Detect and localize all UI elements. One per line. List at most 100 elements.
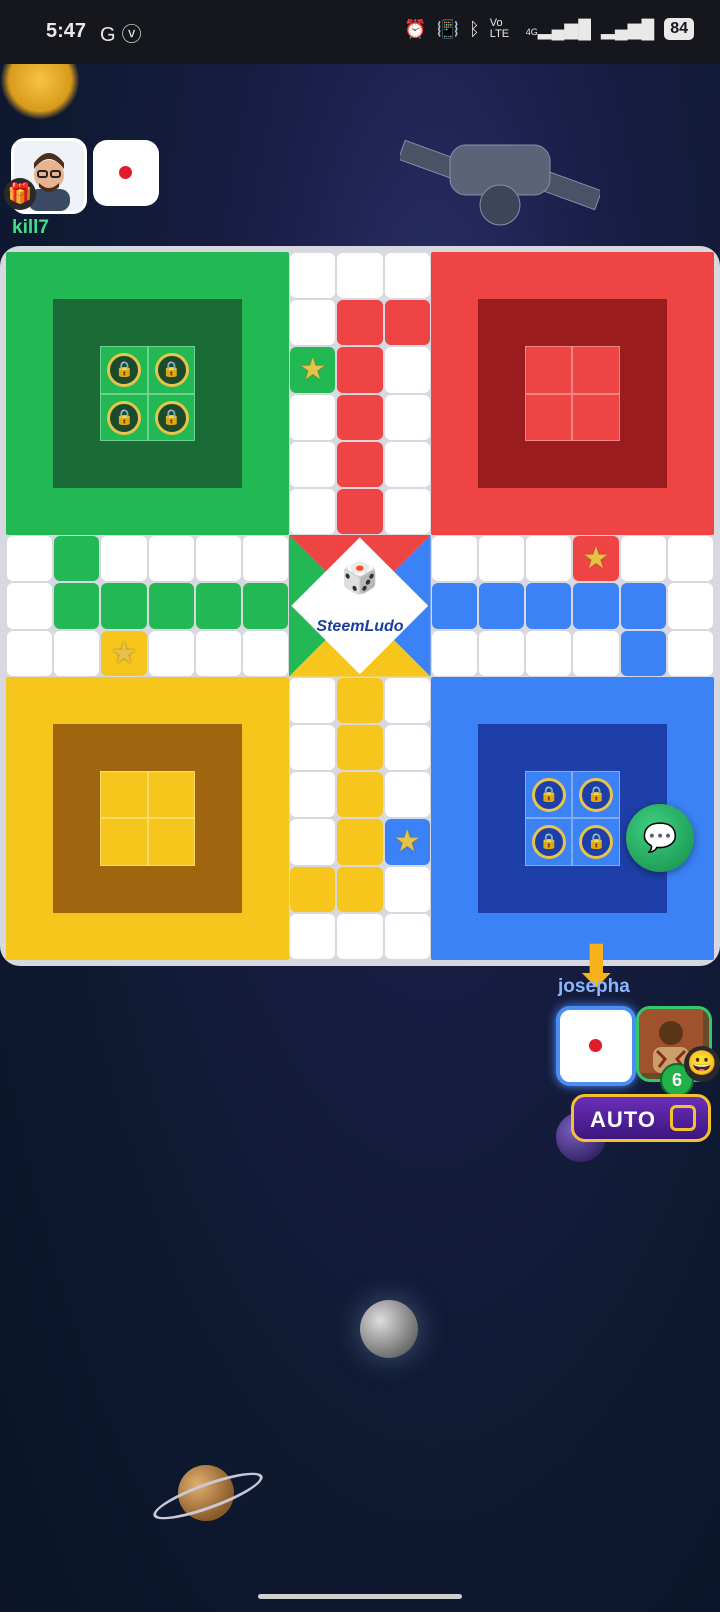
track-cell — [243, 536, 289, 582]
yellow-home-slot — [100, 818, 148, 866]
track-cell — [148, 536, 194, 582]
red-home-slot — [525, 346, 573, 394]
track-cell — [195, 630, 241, 676]
bottom-player-name: josepha — [558, 976, 630, 997]
gift-icon[interactable]: 🎁 — [4, 178, 36, 210]
track-cell — [384, 772, 430, 818]
track-cell — [290, 913, 336, 959]
top-player-dice[interactable] — [93, 140, 159, 206]
track-cell — [384, 489, 430, 535]
track-cell — [337, 772, 383, 818]
track-cell — [337, 489, 383, 535]
auto-toggle-checkbox[interactable] — [670, 1105, 696, 1131]
space-station-decoration — [400, 139, 600, 226]
track-cell — [195, 583, 241, 629]
track-cell — [620, 536, 666, 582]
green-home-slot: 🔒 — [100, 393, 148, 441]
lock-icon[interactable]: 🔒 — [154, 353, 189, 388]
star-icon: ★ — [110, 636, 138, 670]
track-cell — [384, 347, 430, 393]
bottom-player-dice[interactable] — [556, 1006, 636, 1086]
track-cell — [148, 630, 194, 676]
blue-home-slot: 🔒 — [572, 818, 620, 866]
moon-decoration — [360, 1300, 418, 1358]
signal-icon: ▂▄▆█ — [601, 18, 655, 39]
track-cell — [195, 536, 241, 582]
track-cell — [54, 630, 100, 676]
track-cell — [337, 441, 383, 487]
google-icon: G — [100, 24, 122, 46]
blue-home-slot: 🔒 — [572, 771, 620, 819]
track-cell — [431, 583, 477, 629]
track-cell — [337, 394, 383, 440]
yellow-home-slot — [147, 818, 195, 866]
track-cell — [384, 677, 430, 723]
track-cell — [101, 583, 147, 629]
track-cell — [7, 630, 53, 676]
red-home-slot — [572, 393, 620, 441]
bluetooth-icon: ᛒ — [468, 18, 480, 39]
star-icon: ★ — [582, 542, 610, 576]
lock-icon[interactable]: 🔒 — [532, 825, 567, 860]
track-cell — [337, 913, 383, 959]
track-cell — [337, 819, 383, 865]
dice-dot — [589, 1039, 602, 1052]
lock-icon[interactable]: 🔒 — [579, 778, 614, 813]
track-cell — [667, 583, 713, 629]
planet-ring-decoration — [149, 1463, 267, 1529]
status-time: 5:47 — [46, 20, 87, 42]
lock-icon[interactable]: 🔒 — [107, 400, 142, 435]
track-cell — [290, 253, 336, 299]
track-cell — [337, 677, 383, 723]
green-home-slot: 🔒 — [147, 393, 195, 441]
track-cell — [384, 253, 430, 299]
lock-icon[interactable]: 🔒 — [154, 400, 189, 435]
yellow-home-slot — [147, 771, 195, 819]
track-cell — [290, 677, 336, 723]
center-home-triangles — [289, 535, 431, 677]
track-cell — [337, 347, 383, 393]
smile-icon[interactable]: 😀 — [684, 1046, 720, 1082]
track-cell — [337, 866, 383, 912]
track-cell — [526, 536, 572, 582]
track-cell — [479, 536, 525, 582]
chat-button[interactable]: 💬 — [626, 804, 694, 872]
track-cell — [573, 583, 619, 629]
lock-icon[interactable]: 🔒 — [532, 778, 567, 813]
track-cell — [526, 630, 572, 676]
top-player-name: kill7 — [12, 217, 49, 238]
track-cell — [526, 583, 572, 629]
steemludo-logo: SteemLudo — [316, 617, 404, 635]
v-icon: ⓥ — [121, 24, 148, 46]
track-cell — [290, 866, 336, 912]
track-cell — [384, 394, 430, 440]
red-home-slot — [525, 393, 573, 441]
red-home-slot — [572, 346, 620, 394]
track-cell — [290, 772, 336, 818]
track-cell — [620, 630, 666, 676]
track-cell — [384, 866, 430, 912]
track-cell — [290, 725, 336, 771]
chat-icon: 💬 — [642, 822, 678, 853]
planet-decoration — [178, 1465, 234, 1521]
home-indicator[interactable] — [258, 1594, 462, 1599]
status-left-icons: Gⓥ — [100, 18, 148, 47]
battery-indicator: 84 — [664, 18, 694, 40]
blue-home-slot: 🔒 — [525, 771, 573, 819]
dice-logo-icon: 🎲 — [341, 562, 379, 596]
star-icon: ★ — [393, 825, 421, 859]
signal-4g-icon: 4G▂▄▆█ — [525, 18, 591, 39]
track-cell — [431, 630, 477, 676]
vibrate-icon: 📳 — [436, 18, 459, 39]
track-cell — [573, 630, 619, 676]
lock-icon[interactable]: 🔒 — [579, 825, 614, 860]
track-cell — [148, 583, 194, 629]
track-cell — [431, 536, 477, 582]
green-home-slot: 🔒 — [100, 346, 148, 394]
auto-button[interactable]: AUTO — [571, 1094, 711, 1142]
track-cell — [7, 583, 53, 629]
track-cell — [384, 725, 430, 771]
alarm-icon: ⏰ — [404, 18, 427, 39]
lock-icon[interactable]: 🔒 — [107, 353, 142, 388]
track-cell — [7, 536, 53, 582]
